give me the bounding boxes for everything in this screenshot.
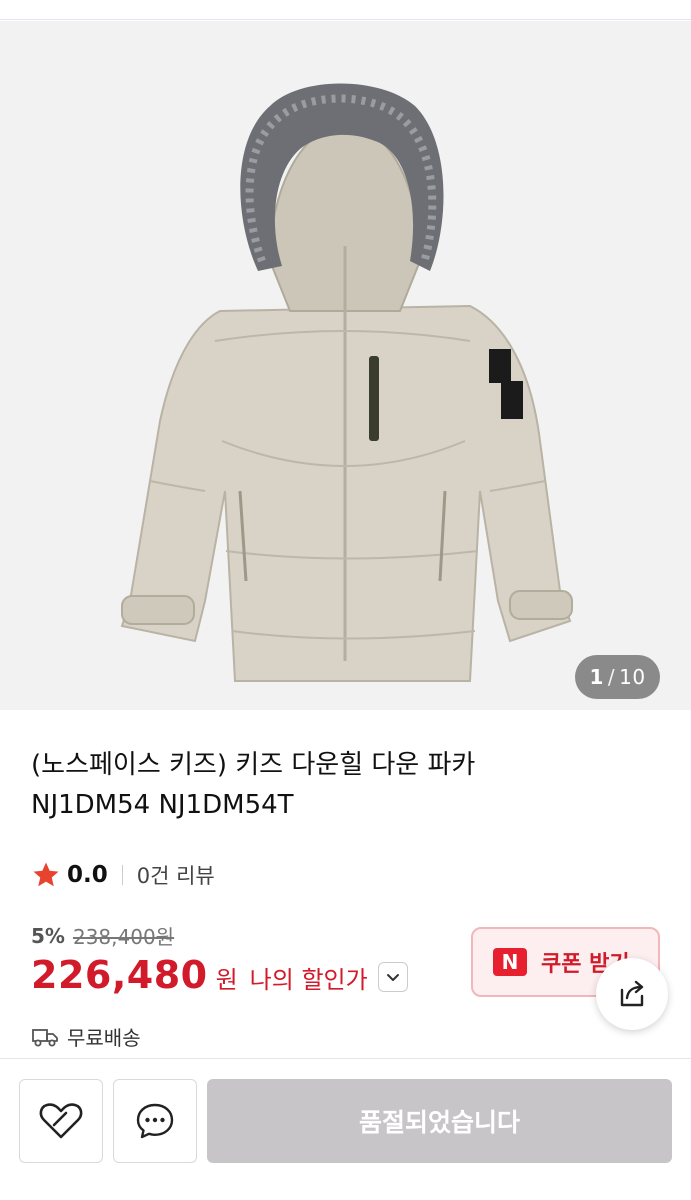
shipping-label: 무료배송 — [67, 1026, 141, 1050]
star-icon — [33, 862, 59, 887]
status-bar — [0, 0, 691, 20]
image-counter-separator: / — [607, 665, 616, 689]
product-title-line2: NJ1DM54 NJ1DM54T — [31, 790, 294, 820]
image-counter: 1 / 10 — [575, 655, 660, 699]
soldout-button[interactable]: 품절되었습니다 — [207, 1079, 672, 1163]
chevron-down-icon — [386, 974, 399, 981]
bottom-action-bar: 품절되었습니다 — [0, 1058, 691, 1200]
sale-price: 226,480 — [31, 953, 208, 997]
n-logo: N — [493, 948, 527, 976]
discount-rate: 5% — [31, 923, 65, 948]
currency-unit: 원 — [215, 965, 238, 994]
truck-icon — [32, 1028, 58, 1046]
product-title: (노스페이스 키즈) 키즈 다운힐 다운 파카 NJ1DM54 NJ1DM54T — [31, 745, 651, 825]
rating-row[interactable]: 0.0 0건 리뷰 — [31, 858, 215, 892]
like-button[interactable] — [19, 1079, 103, 1163]
rating-score: 0.0 — [67, 862, 108, 888]
product-image-gallery[interactable]: 1 / 10 — [0, 21, 691, 710]
chat-button[interactable] — [113, 1079, 197, 1163]
price-row: 226,480 원 나의 할인가 — [31, 953, 408, 997]
my-discount-toggle[interactable] — [377, 962, 408, 992]
chat-bubble-icon — [136, 1103, 174, 1139]
share-icon — [620, 980, 644, 1007]
product-image — [120, 83, 573, 682]
image-counter-total: 10 — [619, 665, 646, 689]
rating-divider — [121, 865, 123, 885]
my-discount-label: 나의 할인가 — [249, 965, 368, 994]
image-counter-current: 1 — [589, 665, 604, 689]
review-count[interactable]: 0건 리뷰 — [137, 860, 215, 890]
original-price: 238,400원 — [72, 925, 175, 949]
shipping-row: 무료배송 — [31, 1022, 141, 1051]
share-button[interactable] — [596, 958, 668, 1030]
product-title-line1: (노스페이스 키즈) 키즈 다운힐 다운 파카 — [31, 750, 476, 780]
heart-outline-icon — [39, 1103, 83, 1139]
discount-row: 5% 238,400원 — [31, 921, 174, 950]
